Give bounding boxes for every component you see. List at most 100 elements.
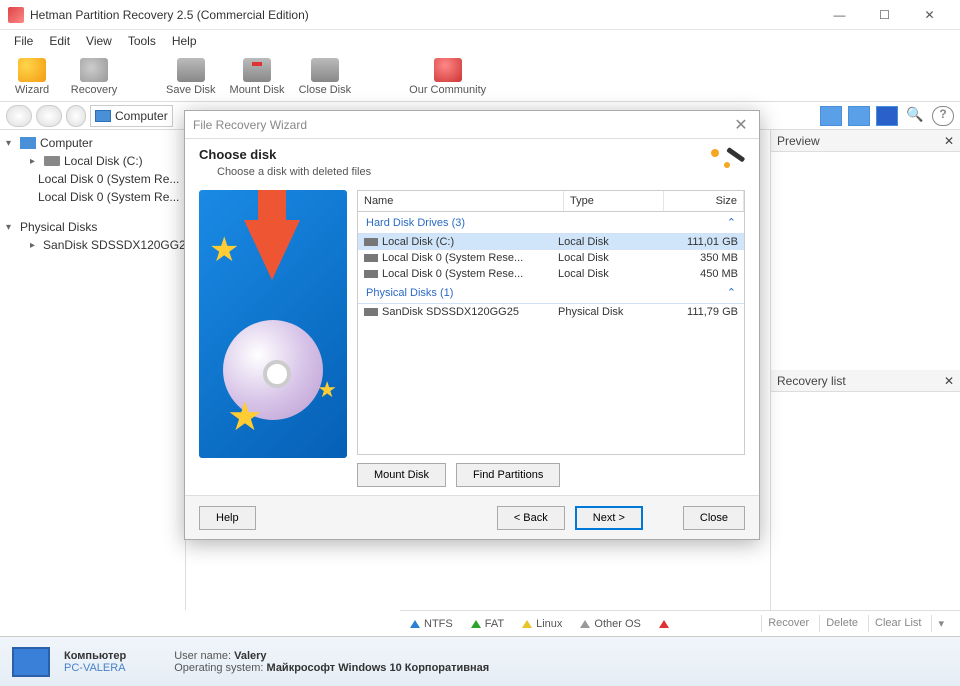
row-type: Local Disk <box>558 252 658 264</box>
dialog-side-buttons: Mount Disk Find Partitions <box>357 463 745 487</box>
disk-row-sandisk[interactable]: SanDisk SDSSDX120GG25 Physical Disk 111,… <box>358 304 744 320</box>
recovery-icon <box>80 58 108 82</box>
legend-more[interactable] <box>659 620 669 628</box>
maximize-button[interactable]: ☐ <box>862 0 907 30</box>
view-icon-1[interactable] <box>820 106 842 126</box>
row-type: Local Disk <box>558 268 658 280</box>
recovery-list-close-icon[interactable]: ✕ <box>944 374 954 388</box>
dialog-heading: Choose disk <box>199 147 745 162</box>
menu-help[interactable]: Help <box>164 32 205 50</box>
row-size: 450 MB <box>658 268 738 280</box>
next-button[interactable]: Next > <box>575 506 643 530</box>
find-partitions-button[interactable]: Find Partitions <box>456 463 560 487</box>
tree-computer[interactable]: ▾Computer <box>0 134 185 152</box>
tree-computer-label: Computer <box>40 136 93 150</box>
col-type-header[interactable]: Type <box>564 191 664 211</box>
recovery-list-body <box>771 392 960 610</box>
tree-physical[interactable]: ▾Physical Disks <box>0 218 185 236</box>
help-icon[interactable]: ? <box>932 106 954 126</box>
address-label: Computer <box>115 109 168 123</box>
tree-physical-label: Physical Disks <box>20 220 97 234</box>
search-icon[interactable]: 🔍 <box>904 106 926 126</box>
mount-disk-button[interactable]: Mount Disk <box>357 463 446 487</box>
disk-icon <box>364 270 378 278</box>
dialog-title: File Recovery Wizard <box>193 118 307 132</box>
disk-list: Name Type Size Hard Disk Drives (3) ⌃ Lo… <box>357 190 745 487</box>
group-physical-label: Physical Disks (1) <box>366 287 453 299</box>
status-info: User name: Valery Operating system: Майк… <box>174 650 489 674</box>
menu-file[interactable]: File <box>6 32 41 50</box>
legend-ntfs: NTFS <box>410 618 453 630</box>
group-physical[interactable]: Physical Disks (1) ⌃ <box>358 282 744 304</box>
toolbar-wizard[interactable]: Wizard <box>8 58 56 96</box>
disk-row-local-0b[interactable]: Local Disk 0 (System Rese... Local Disk … <box>358 266 744 282</box>
minimize-button[interactable]: — <box>817 0 862 30</box>
row-name: Local Disk (C:) <box>382 236 558 248</box>
collapse-icon[interactable]: ⌃ <box>727 286 736 299</box>
clear-list-button[interactable]: Clear List <box>868 615 927 632</box>
tree-local-c-label: Local Disk (C:) <box>64 154 143 168</box>
close-button[interactable]: ✕ <box>907 0 952 30</box>
toolbar-close-disk-label: Close Disk <box>299 84 352 96</box>
status-user-label: User name: <box>174 650 231 662</box>
collapse-icon[interactable]: ⌃ <box>727 216 736 229</box>
status-os-label: Operating system: <box>174 662 263 674</box>
status-os: Майкрософт Windows 10 Корпоративная <box>267 662 490 674</box>
menu-tools[interactable]: Tools <box>120 32 164 50</box>
legend-other-label: Other OS <box>594 618 640 630</box>
status-computer-icon <box>12 647 50 677</box>
row-name: SanDisk SDSSDX120GG25 <box>382 306 558 318</box>
toolbar-mount-disk[interactable]: Mount Disk <box>230 58 285 96</box>
window-title: Hetman Partition Recovery 2.5 (Commercia… <box>30 8 817 22</box>
file-recovery-wizard-dialog: File Recovery Wizard ✕ Choose disk Choos… <box>184 110 760 540</box>
status-user-name: Valery <box>234 650 266 662</box>
save-icon[interactable] <box>876 106 898 126</box>
group-hdd[interactable]: Hard Disk Drives (3) ⌃ <box>358 212 744 234</box>
col-size-header[interactable]: Size <box>664 191 744 211</box>
address-bar[interactable]: Computer <box>90 105 173 127</box>
toolbar-wizard-label: Wizard <box>15 84 49 96</box>
sidebar: ▾Computer ▸Local Disk (C:) Local Disk 0 … <box>0 130 186 610</box>
legend-linux-label: Linux <box>536 618 562 630</box>
legend-bar: NTFS FAT Linux Other OS Recover Delete C… <box>400 610 960 636</box>
window-controls: — ☐ ✕ <box>817 0 952 30</box>
tree-sandisk-label: SanDisk SDSSDX120GG2... <box>43 238 186 252</box>
toolbar-save-disk-label: Save Disk <box>166 84 216 96</box>
status-computer-label: Компьютер <box>64 650 126 662</box>
tree-local-0b[interactable]: Local Disk 0 (System Re... <box>0 188 185 206</box>
titlebar: Hetman Partition Recovery 2.5 (Commercia… <box>0 0 960 30</box>
toolbar-close-disk[interactable]: Close Disk <box>299 58 352 96</box>
toolbar: Wizard Recovery Save Disk Mount Disk Clo… <box>0 52 960 102</box>
nav-dropdown-button[interactable] <box>66 105 86 127</box>
recover-button[interactable]: Recover <box>761 615 815 632</box>
menu-view[interactable]: View <box>78 32 120 50</box>
tree-sandisk[interactable]: ▸SanDisk SDSSDX120GG2... <box>0 236 185 254</box>
computer-icon <box>20 137 36 149</box>
toolbar-save-disk[interactable]: Save Disk <box>166 58 216 96</box>
close-button[interactable]: Close <box>683 506 745 530</box>
wizard-icon <box>18 58 46 82</box>
legend-dropdown-icon[interactable]: ▾ <box>931 615 950 632</box>
preview-close-icon[interactable]: ✕ <box>944 134 954 148</box>
dialog-close-button[interactable]: ✕ <box>731 115 751 135</box>
mount-disk-icon <box>243 58 271 82</box>
statusbar: Компьютер PC-VALERA User name: Valery Op… <box>0 636 960 686</box>
disk-icon <box>364 238 378 246</box>
tree-local-0a[interactable]: Local Disk 0 (System Re... <box>0 170 185 188</box>
menu-edit[interactable]: Edit <box>41 32 78 50</box>
preview-panel-body <box>771 152 960 370</box>
nav-forward-button[interactable] <box>36 105 62 127</box>
toolbar-community[interactable]: Our Community <box>409 58 486 96</box>
list-body: Hard Disk Drives (3) ⌃ Local Disk (C:) L… <box>357 212 745 455</box>
toolbar-recovery[interactable]: Recovery <box>70 58 118 96</box>
help-button[interactable]: Help <box>199 506 256 530</box>
menubar: File Edit View Tools Help <box>0 30 960 52</box>
tree-local-c[interactable]: ▸Local Disk (C:) <box>0 152 185 170</box>
disk-row-local-0a[interactable]: Local Disk 0 (System Rese... Local Disk … <box>358 250 744 266</box>
disk-row-local-c[interactable]: Local Disk (C:) Local Disk 111,01 GB <box>358 234 744 250</box>
delete-button[interactable]: Delete <box>819 615 864 632</box>
back-button[interactable]: < Back <box>497 506 565 530</box>
col-name-header[interactable]: Name <box>358 191 564 211</box>
view-icon-2[interactable] <box>848 106 870 126</box>
nav-back-button[interactable] <box>6 105 32 127</box>
